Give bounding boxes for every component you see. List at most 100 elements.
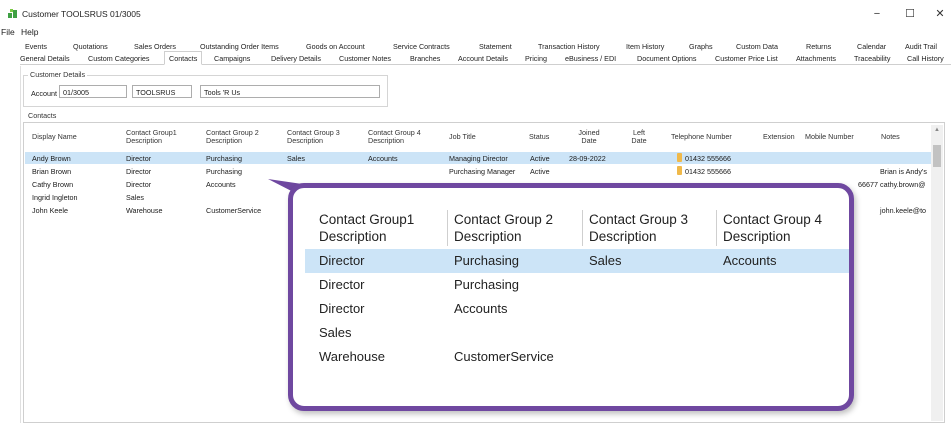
cell-group1: Director xyxy=(126,154,152,163)
table-row[interactable]: Brian Brown Director Purchasing Purchasi… xyxy=(25,165,931,177)
col-notes[interactable]: Notes xyxy=(881,133,900,141)
tab-goods-on-account[interactable]: Goods on Account xyxy=(306,42,365,51)
callout-header-group2-line1: Contact Group 2 xyxy=(454,212,554,227)
col-contact-group1[interactable]: Contact Group1 Description xyxy=(126,129,177,145)
callout-row: Director Purchasing Sales Accounts xyxy=(305,249,849,273)
callout-column-divider xyxy=(716,210,717,246)
tab-delivery-details[interactable]: Delivery Details xyxy=(271,54,321,63)
cell-notes: john.keele@to xyxy=(880,206,927,215)
tab-quotations[interactable]: Quotations xyxy=(73,42,108,51)
tab-general-details[interactable]: General Details xyxy=(20,54,70,63)
col-contact-group4[interactable]: Contact Group 4 Description xyxy=(368,129,421,145)
col-extension[interactable]: Extension xyxy=(763,133,795,141)
tab-statement[interactable]: Statement xyxy=(479,42,512,51)
callout-row: Warehouse CustomerService xyxy=(305,345,849,369)
phone-icon[interactable] xyxy=(677,166,682,175)
tab-events[interactable]: Events xyxy=(25,42,47,51)
tab-service-contracts[interactable]: Service Contracts xyxy=(393,42,450,51)
col-telephone-number[interactable]: Telephone Number xyxy=(671,133,732,141)
tab-call-history[interactable]: Call History xyxy=(907,54,944,63)
callout-column-divider xyxy=(447,210,448,246)
tab-account-details[interactable]: Account Details xyxy=(458,54,508,63)
customer-code-field[interactable]: TOOLSRUS xyxy=(132,85,192,98)
tab-branches[interactable]: Branches xyxy=(410,54,440,63)
callout-header-group2: Contact Group 2 Description xyxy=(454,211,553,245)
title-bar: Customer TOOLSRUS 01/3005 − ☐ ✕ xyxy=(0,0,951,26)
col-contact-group4-line2: Description xyxy=(368,136,404,145)
tab-pricing[interactable]: Pricing xyxy=(525,54,547,63)
col-joined-date[interactable]: Joined Date xyxy=(574,129,604,145)
cell-telephone: 01432 555666 xyxy=(685,167,731,176)
col-contact-group2[interactable]: Contact Group 2 Description xyxy=(206,129,259,145)
callout-column-divider xyxy=(582,210,583,246)
col-display-name[interactable]: Display Name xyxy=(32,133,77,141)
tab-sales-orders[interactable]: Sales Orders xyxy=(134,42,176,51)
callout-header-group4-line2: Description xyxy=(723,229,791,244)
scroll-up-icon[interactable]: ▲ xyxy=(933,127,941,135)
table-row[interactable]: Andy Brown Director Purchasing Sales Acc… xyxy=(25,152,931,164)
callout-cell: Director xyxy=(319,253,365,268)
tab-transaction-history[interactable]: Transaction History xyxy=(538,42,600,51)
col-left-date[interactable]: Left Date xyxy=(626,129,652,145)
tab-custom-categories[interactable]: Custom Categories xyxy=(88,54,150,63)
cell-group1: Warehouse xyxy=(126,206,163,215)
tab-traceability[interactable]: Traceability xyxy=(854,54,890,63)
customer-details-title: Customer Details xyxy=(28,70,88,79)
callout-header-group2-line2: Description xyxy=(454,229,522,244)
close-button[interactable]: ✕ xyxy=(925,5,951,23)
callout-cell: Warehouse xyxy=(319,349,385,364)
app-icon xyxy=(8,9,17,18)
tab-campaigns[interactable]: Campaigns xyxy=(214,54,250,63)
tab-custom-data[interactable]: Custom Data xyxy=(736,42,778,51)
tab-attachments[interactable]: Attachments xyxy=(796,54,836,63)
tab-row-lower: General Details Custom Categories Contac… xyxy=(20,51,951,65)
col-left-date-line2: Date xyxy=(631,136,647,145)
callout-header-group3-line1: Contact Group 3 xyxy=(589,212,689,227)
callout-header-group4-line1: Contact Group 4 xyxy=(723,212,823,227)
tab-customer-notes[interactable]: Customer Notes xyxy=(339,54,391,63)
cell-notes: Brian is Andy's xyxy=(880,167,927,176)
minimize-button[interactable]: − xyxy=(862,5,892,23)
tab-ebusiness-edi[interactable]: eBusiness / EDI xyxy=(565,54,616,63)
tab-customer-price-list[interactable]: Customer Price List xyxy=(715,54,778,63)
cell-group1: Director xyxy=(126,180,152,189)
maximize-button[interactable]: ☐ xyxy=(895,5,925,23)
cell-group2: Accounts xyxy=(206,180,236,189)
scrollbar-thumb[interactable] xyxy=(933,145,941,167)
col-mobile-number[interactable]: Mobile Number xyxy=(805,133,854,141)
tab-calendar[interactable]: Calendar xyxy=(857,42,886,51)
col-status[interactable]: Status xyxy=(529,133,549,141)
menu-help[interactable]: Help xyxy=(21,27,38,37)
cell-job-title: Managing Director xyxy=(449,154,508,163)
callout-header-group3-line2: Description xyxy=(589,229,657,244)
tab-contacts[interactable]: Contacts xyxy=(164,51,203,65)
cell-group3: Sales xyxy=(287,154,305,163)
callout-cell: CustomerService xyxy=(454,349,554,364)
cell-job-title: Purchasing Manager xyxy=(449,167,516,176)
callout-cell: Accounts xyxy=(723,253,777,268)
cell-group2: Purchasing xyxy=(206,167,242,176)
col-contact-group1-line2: Description xyxy=(126,136,162,145)
col-joined-date-line2: Date xyxy=(581,136,597,145)
callout-row: Sales xyxy=(305,321,849,345)
phone-icon[interactable] xyxy=(677,153,682,162)
tab-item-history[interactable]: Item History xyxy=(626,42,664,51)
customer-name-field[interactable]: Tools 'R Us xyxy=(200,85,380,98)
tab-outstanding-order-items[interactable]: Outstanding Order Items xyxy=(200,42,279,51)
callout-header-group4: Contact Group 4 Description xyxy=(723,211,822,245)
tab-document-options[interactable]: Document Options xyxy=(637,54,697,63)
account-field[interactable]: 01/3005 xyxy=(59,85,127,98)
tab-returns[interactable]: Returns xyxy=(806,42,831,51)
col-contact-group3-line2: Description xyxy=(287,136,323,145)
col-contact-group3[interactable]: Contact Group 3 Description xyxy=(287,129,340,145)
tab-graphs[interactable]: Graphs xyxy=(689,42,713,51)
cell-group2: Purchasing xyxy=(206,154,242,163)
tab-audit-trail[interactable]: Audit Trail xyxy=(905,42,937,51)
col-job-title[interactable]: Job Title xyxy=(449,133,476,141)
window-title: Customer TOOLSRUS 01/3005 xyxy=(22,9,141,19)
menu-file[interactable]: File xyxy=(1,27,15,37)
cell-display-name: Ingrid Ingleton xyxy=(32,193,78,202)
callout-cell: Purchasing xyxy=(454,277,520,292)
vertical-scrollbar[interactable]: ▲ xyxy=(931,125,943,421)
zoom-callout: Contact Group1 Description Contact Group… xyxy=(288,183,854,411)
